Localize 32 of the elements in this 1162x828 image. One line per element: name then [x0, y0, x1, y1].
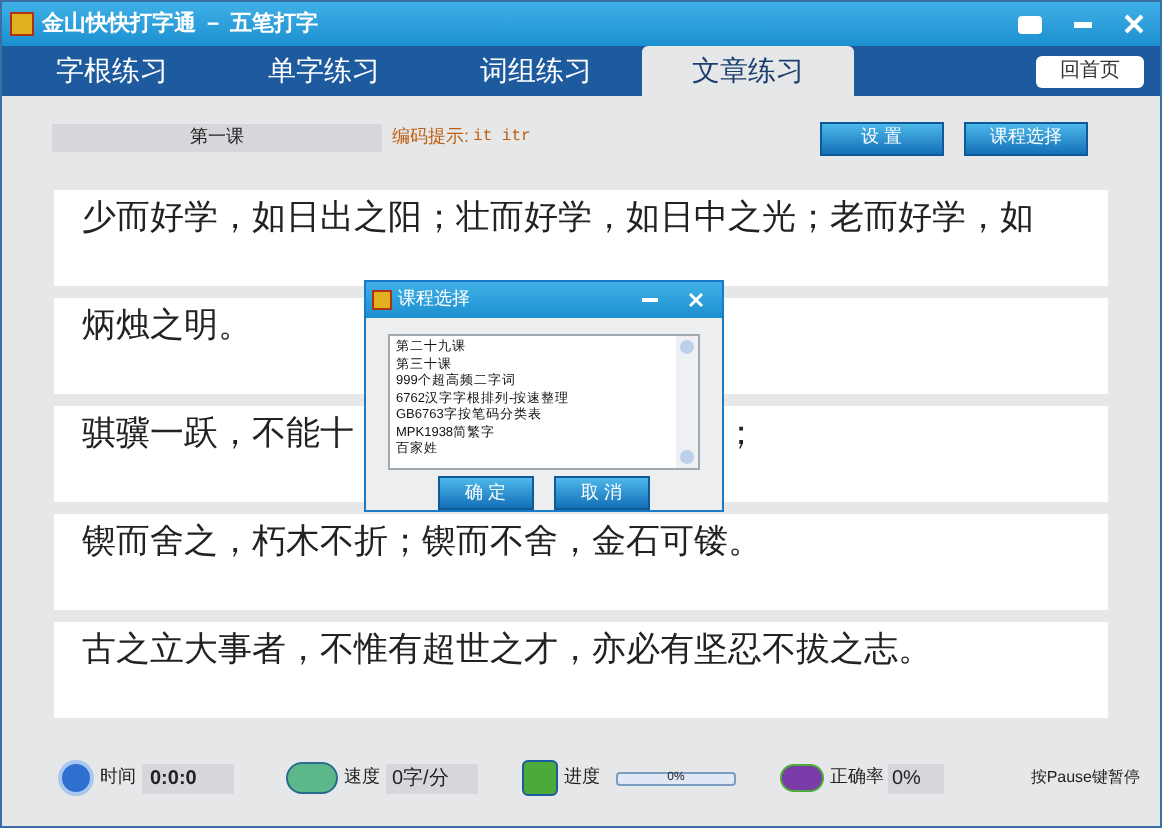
practice-text: 骐骥一跃，不能十 — [82, 412, 354, 458]
time-value: 0:0:0 — [142, 763, 234, 793]
tab[interactable]: 词组练习 — [430, 46, 642, 96]
lesson-field: 第一课 — [52, 124, 382, 152]
hint-code: it itr — [473, 126, 531, 150]
scroll-down-icon[interactable] — [680, 450, 694, 464]
speed-value: 0字/分 — [386, 763, 478, 793]
scrollbar[interactable] — [676, 336, 698, 468]
dialog-title: 课程选择 — [398, 286, 470, 313]
accuracy-label: 正确率 — [830, 764, 884, 791]
progress-label: 进度 — [564, 764, 600, 791]
hint-label: 编码提示: — [392, 124, 470, 151]
practice-text: 锲而舍之，朽木不折；锲而不舍，金石可镂。 — [82, 520, 762, 566]
close-icon[interactable] — [1124, 14, 1144, 34]
close-icon[interactable] — [688, 292, 704, 308]
scroll-up-icon[interactable] — [680, 340, 694, 354]
window-title: 金山快快打字通 － 五笔打字 — [42, 9, 319, 40]
practice-text: ； — [724, 412, 758, 458]
app-logo-icon — [10, 12, 34, 36]
practice-text: 炳烛之明。 — [82, 304, 252, 350]
minimize-icon[interactable] — [1074, 21, 1092, 27]
speed-label: 速度 — [344, 764, 380, 791]
accuracy-value: 0% — [888, 763, 944, 793]
time-label: 时间 — [100, 764, 136, 791]
practice-text: 少而好学，如日出之阳；壮而好学，如日中之光；老而好学，如 — [82, 196, 1034, 242]
tab[interactable]: 单字练习 — [218, 46, 430, 96]
pause-hint: 按Pause键暂停 — [1030, 766, 1140, 790]
home-button[interactable]: 回首页 — [1036, 55, 1144, 87]
app-logo-icon — [372, 290, 392, 310]
practice-text: 古之立大事者，不惟有超世之才，亦必有坚忍不拔之志。 — [82, 628, 932, 674]
tab[interactable]: 字根练习 — [6, 46, 218, 96]
tab[interactable]: 文章练习 — [642, 46, 854, 96]
